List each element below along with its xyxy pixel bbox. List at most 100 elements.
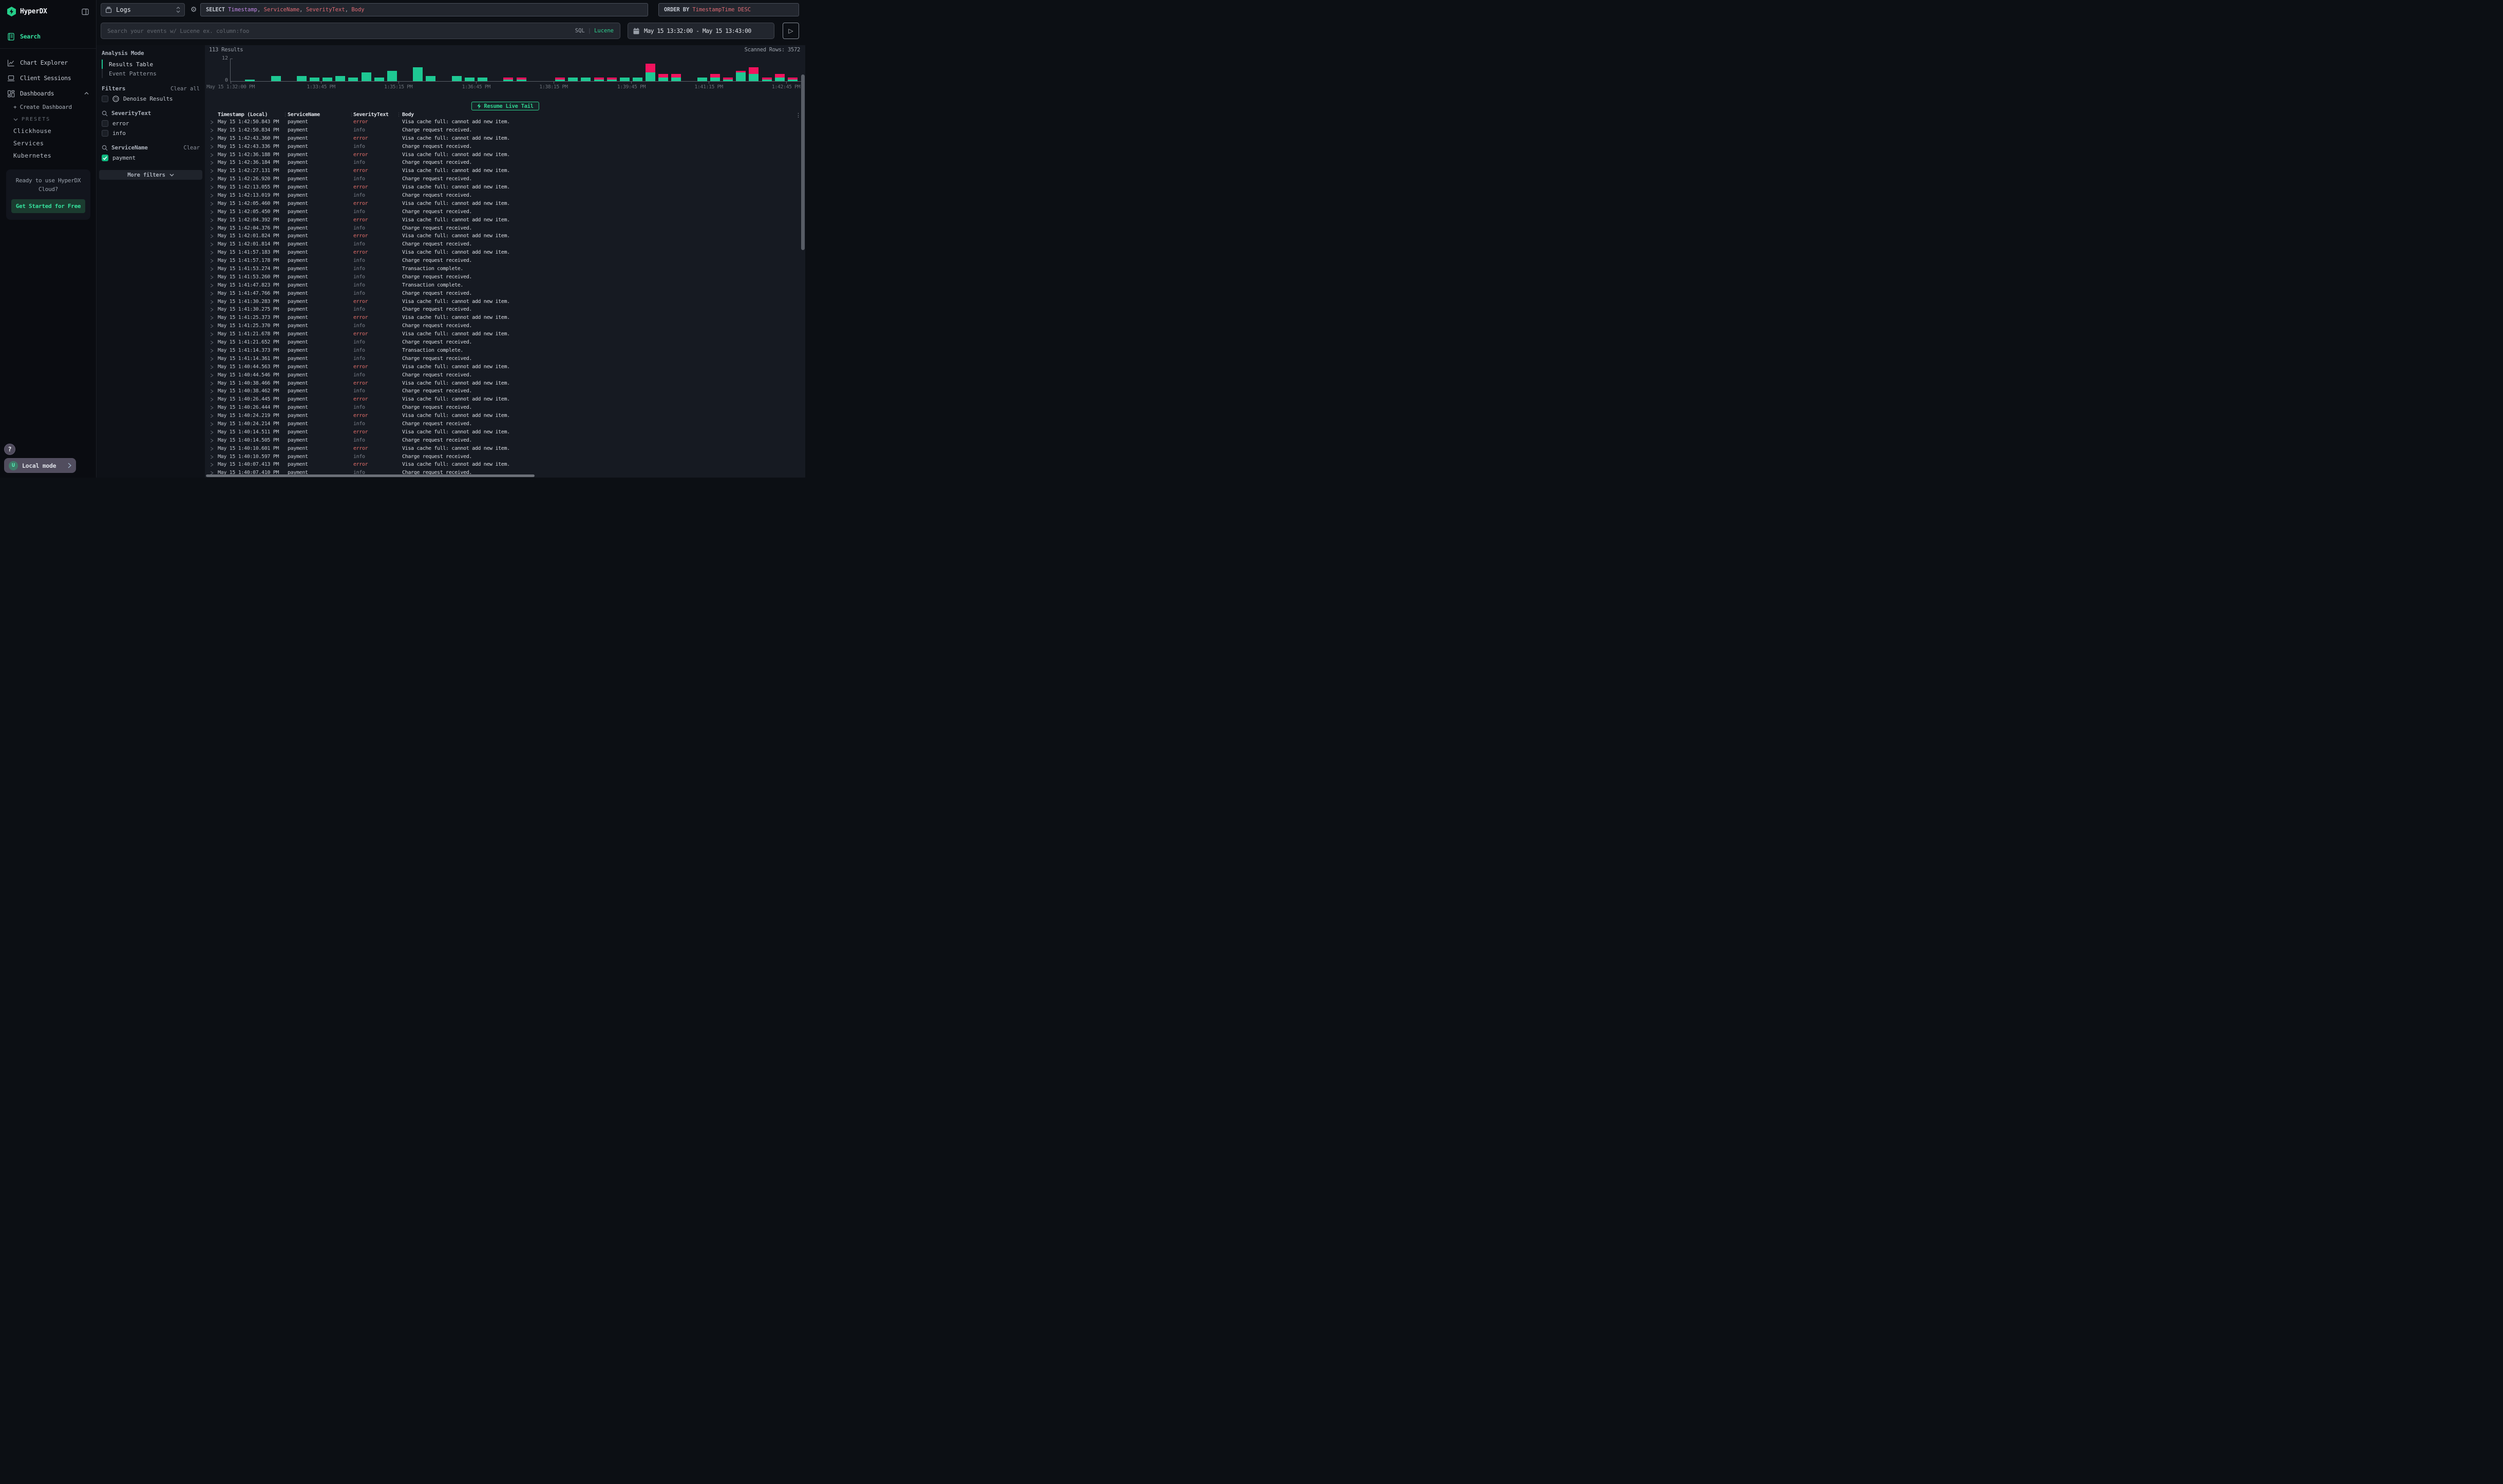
- log-row[interactable]: May 15 1:42:04.376 PMpaymentinfoCharge r…: [205, 224, 805, 233]
- log-row[interactable]: May 15 1:40:14.505 PMpaymentinfoCharge r…: [205, 436, 805, 445]
- histogram-bar[interactable]: [478, 78, 487, 81]
- log-row[interactable]: May 15 1:40:24.219 PMpaymenterrorVisa ca…: [205, 412, 805, 420]
- log-row[interactable]: May 15 1:42:26.920 PMpaymentinfoCharge r…: [205, 175, 805, 183]
- log-row[interactable]: May 15 1:41:14.361 PMpaymentinfoCharge r…: [205, 355, 805, 363]
- log-row[interactable]: May 15 1:41:57.183 PMpaymenterrorVisa ca…: [205, 249, 805, 257]
- histogram-bar[interactable]: [646, 72, 655, 81]
- log-row[interactable]: May 15 1:42:27.131 PMpaymenterrorVisa ca…: [205, 167, 805, 175]
- log-row[interactable]: May 15 1:42:36.188 PMpaymenterrorVisa ca…: [205, 151, 805, 159]
- sidebar-collapse-icon[interactable]: [82, 8, 89, 15]
- resume-live-tail-button[interactable]: Resume Live Tail: [471, 102, 539, 110]
- histogram-bar[interactable]: [335, 76, 345, 81]
- denoise-checkbox[interactable]: [102, 96, 108, 102]
- clear-all-filters-link[interactable]: Clear all: [170, 86, 200, 92]
- histogram-bar[interactable]: [245, 80, 255, 81]
- histogram-bar[interactable]: [387, 71, 397, 82]
- histogram-bar-error[interactable]: [646, 64, 655, 72]
- log-row[interactable]: May 15 1:42:50.834 PMpaymentinfoCharge r…: [205, 126, 805, 135]
- histogram-bar-error[interactable]: [775, 74, 785, 78]
- analysis-mode-event-patterns[interactable]: Event Patterns: [102, 69, 205, 78]
- histogram-bar[interactable]: [297, 76, 307, 81]
- histogram-bar[interactable]: [775, 78, 785, 81]
- preset-item-services[interactable]: Services: [0, 137, 96, 149]
- histogram-bar[interactable]: [671, 78, 681, 81]
- log-row[interactable]: May 15 1:41:14.373 PMpaymentinfoTransact…: [205, 347, 805, 355]
- histogram-bar[interactable]: [555, 80, 565, 81]
- preset-item-kubernetes[interactable]: Kubernetes: [0, 149, 96, 162]
- histogram-bar-error[interactable]: [710, 74, 720, 78]
- vertical-scrollbar[interactable]: [801, 74, 805, 250]
- log-row[interactable]: May 15 1:40:10.597 PMpaymentinfoCharge r…: [205, 453, 805, 461]
- log-row[interactable]: May 15 1:42:05.450 PMpaymentinfoCharge r…: [205, 208, 805, 216]
- histogram-bar[interactable]: [658, 78, 668, 81]
- checkbox[interactable]: [102, 155, 108, 161]
- histogram-bar-error[interactable]: [762, 78, 772, 79]
- log-row[interactable]: May 15 1:40:38.462 PMpaymentinfoCharge r…: [205, 387, 805, 395]
- log-row[interactable]: May 15 1:40:07.413 PMpaymenterrorVisa ca…: [205, 461, 805, 469]
- histogram-bar[interactable]: [581, 78, 591, 81]
- sidebar-item-search[interactable]: Search: [0, 29, 96, 44]
- log-row[interactable]: May 15 1:42:50.843 PMpaymenterrorVisa ca…: [205, 118, 805, 126]
- checkbox[interactable]: [102, 120, 108, 127]
- histogram-bar[interactable]: [723, 80, 733, 81]
- chevron-up-icon[interactable]: [84, 92, 89, 95]
- log-row[interactable]: May 15 1:41:53.260 PMpaymentinfoCharge r…: [205, 273, 805, 281]
- histogram-bar[interactable]: [517, 80, 526, 81]
- preset-item-clickhouse[interactable]: Clickhouse: [0, 125, 96, 137]
- histogram-bar[interactable]: [788, 80, 798, 81]
- histogram-bar[interactable]: [452, 76, 462, 81]
- create-dashboard-link[interactable]: + Create Dashboard: [0, 101, 96, 113]
- checkbox[interactable]: [102, 130, 108, 137]
- histogram-bar[interactable]: [633, 78, 642, 81]
- log-row[interactable]: May 15 1:42:43.336 PMpaymentinfoCharge r…: [205, 143, 805, 151]
- histogram-bar-error[interactable]: [517, 78, 526, 79]
- log-row[interactable]: May 15 1:41:25.370 PMpaymentinfoCharge r…: [205, 322, 805, 330]
- more-filters-button[interactable]: More filters: [99, 170, 202, 180]
- log-row[interactable]: May 15 1:40:44.563 PMpaymenterrorVisa ca…: [205, 363, 805, 371]
- col-resize-handle[interactable]: ⋮: [396, 112, 401, 118]
- histogram-bar[interactable]: [607, 80, 617, 81]
- log-row[interactable]: May 15 1:41:47.766 PMpaymentinfoCharge r…: [205, 290, 805, 298]
- log-row[interactable]: May 15 1:42:05.460 PMpaymenterrorVisa ca…: [205, 200, 805, 208]
- histogram-bar-error[interactable]: [671, 74, 681, 78]
- histogram-bar-error[interactable]: [658, 74, 668, 78]
- histogram-bar-error[interactable]: [788, 78, 798, 79]
- log-row[interactable]: May 15 1:40:14.511 PMpaymenterrorVisa ca…: [205, 428, 805, 436]
- histogram-bar[interactable]: [697, 78, 707, 81]
- histogram-bar[interactable]: [503, 80, 513, 81]
- log-row[interactable]: May 15 1:40:24.214 PMpaymentinfoCharge r…: [205, 420, 805, 428]
- lang-toggle-sql[interactable]: SQL: [575, 28, 585, 34]
- horizontal-scrollbar[interactable]: [206, 474, 535, 477]
- log-row[interactable]: May 15 1:42:01.814 PMpaymentinfoCharge r…: [205, 240, 805, 249]
- histogram-bar[interactable]: [426, 76, 435, 81]
- log-row[interactable]: May 15 1:40:38.466 PMpaymenterrorVisa ca…: [205, 379, 805, 388]
- col-resize-handle[interactable]: ⋮: [283, 112, 288, 118]
- events-histogram[interactable]: 12 0 May 15 1:32:00 PM1:33:45 PM1:35:15 …: [205, 45, 805, 90]
- order-by-input[interactable]: ORDER BY TimestampTime DESC: [658, 3, 799, 16]
- histogram-bar[interactable]: [594, 80, 604, 81]
- presets-toggle[interactable]: PRESETS: [0, 113, 96, 125]
- log-row[interactable]: May 15 1:41:30.275 PMpaymentinfoCharge r…: [205, 306, 805, 314]
- histogram-bar[interactable]: [710, 78, 720, 81]
- local-mode-button[interactable]: U Local mode: [4, 458, 76, 473]
- histogram-bar[interactable]: [568, 78, 578, 81]
- filter-option-error[interactable]: error: [97, 119, 205, 128]
- log-row[interactable]: May 15 1:42:36.184 PMpaymentinfoCharge r…: [205, 159, 805, 167]
- histogram-bar[interactable]: [310, 78, 319, 81]
- log-row[interactable]: May 15 1:40:10.601 PMpaymenterrorVisa ca…: [205, 445, 805, 453]
- log-row[interactable]: May 15 1:42:43.360 PMpaymenterrorVisa ca…: [205, 135, 805, 143]
- histogram-bar[interactable]: [413, 67, 423, 81]
- date-range-picker[interactable]: May 15 13:32:00 - May 15 13:43:00: [628, 23, 774, 39]
- histogram-bar-error[interactable]: [723, 78, 733, 79]
- log-row[interactable]: May 15 1:40:26.444 PMpaymentinfoCharge r…: [205, 404, 805, 412]
- analysis-mode-results-table[interactable]: Results Table: [102, 60, 205, 69]
- histogram-bar[interactable]: [348, 78, 358, 81]
- histogram-bar[interactable]: [323, 78, 332, 81]
- histogram-bar[interactable]: [465, 78, 475, 81]
- histogram-bar[interactable]: [271, 76, 281, 81]
- log-row[interactable]: May 15 1:42:01.824 PMpaymenterrorVisa ca…: [205, 232, 805, 240]
- histogram-bar[interactable]: [620, 78, 630, 81]
- histogram-bar-error[interactable]: [607, 78, 617, 79]
- log-row[interactable]: May 15 1:42:04.392 PMpaymenterrorVisa ca…: [205, 216, 805, 224]
- histogram-bar[interactable]: [749, 74, 759, 81]
